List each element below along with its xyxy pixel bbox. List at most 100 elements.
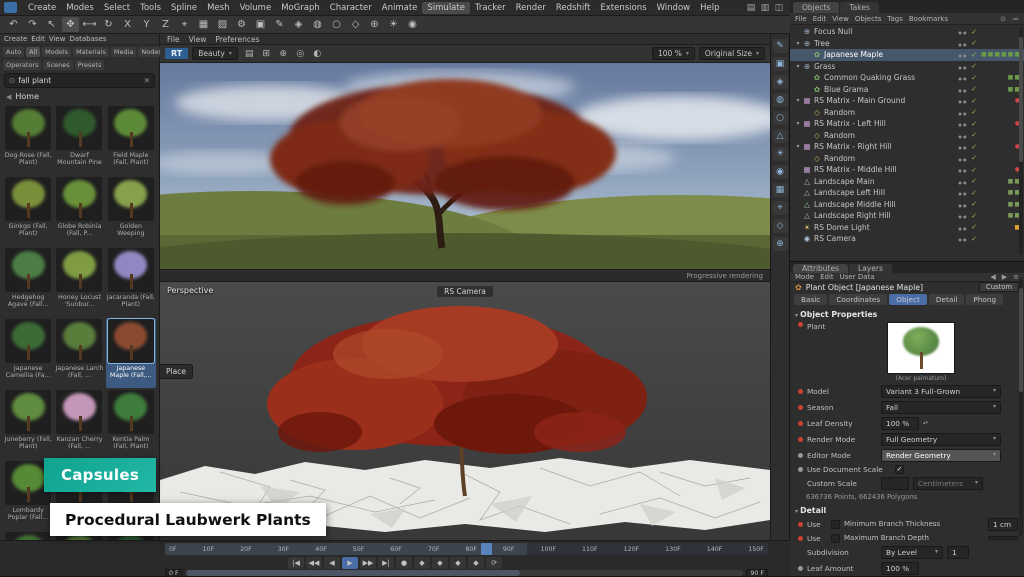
axis-x-lock-icon[interactable]: X bbox=[119, 17, 136, 32]
cloner-icon[interactable]: ◈ bbox=[773, 75, 788, 89]
enable-check-icon[interactable]: ✓ bbox=[969, 97, 979, 105]
section-object-properties[interactable]: Object Properties bbox=[790, 307, 1024, 320]
object-row[interactable]: ▾ ⊕ Tree ✓ bbox=[790, 38, 1024, 50]
attribute-tab-button[interactable]: Coordinates bbox=[829, 294, 887, 305]
asset-group-tab[interactable]: Operators bbox=[3, 60, 41, 70]
menubar-item[interactable]: Help bbox=[695, 2, 724, 14]
object-row[interactable]: ◉ RS Camera ✓ bbox=[790, 233, 1024, 245]
enable-check-icon[interactable]: ✓ bbox=[969, 85, 979, 93]
plant-asset-item[interactable]: Japanese Maple (Fall,... bbox=[106, 318, 156, 388]
back-icon[interactable]: ◀ bbox=[6, 93, 11, 101]
object-name[interactable]: RS Matrix - Left Hill bbox=[812, 119, 956, 128]
menubar-item[interactable]: Spline bbox=[166, 2, 202, 14]
object-row[interactable]: △ Landscape Main ✓ ■■ bbox=[790, 176, 1024, 188]
asset-menu-item[interactable]: View bbox=[49, 35, 66, 43]
menubar-item[interactable]: Mesh bbox=[202, 2, 234, 14]
deformer-icon[interactable]: ◇ bbox=[347, 17, 364, 32]
volume-builder-icon[interactable]: ○ bbox=[773, 111, 788, 125]
mograph-cloner-icon[interactable]: ◈ bbox=[290, 17, 307, 32]
menubar-item[interactable]: Animate bbox=[377, 2, 423, 14]
null-icon[interactable]: ⊕ bbox=[773, 237, 788, 251]
keyframe-dot-icon[interactable] bbox=[798, 421, 803, 426]
object-name[interactable]: RS Dome Light bbox=[812, 223, 956, 232]
object-row[interactable]: ◇ Random ✓ bbox=[790, 153, 1024, 165]
menubar-item[interactable]: Select bbox=[99, 2, 135, 14]
rotate-tool-icon[interactable]: ↻ bbox=[100, 17, 117, 32]
filter-icon[interactable]: ≔ bbox=[1012, 15, 1019, 23]
attribute-tab-button[interactable]: Object bbox=[889, 294, 927, 305]
previous-key-button[interactable]: ◀◀ bbox=[306, 557, 322, 569]
volume-icon[interactable]: ○ bbox=[328, 17, 345, 32]
field-icon[interactable]: ◍ bbox=[773, 93, 788, 107]
asset-filter-tab[interactable]: Auto bbox=[3, 47, 24, 57]
object-manager-tab[interactable]: Objects bbox=[793, 2, 839, 13]
plant-asset-item[interactable]: Jacaranda (Fall, Plant) bbox=[106, 247, 156, 317]
max-branch-depth-field[interactable] bbox=[988, 536, 1018, 540]
visibility-dots-icon[interactable] bbox=[956, 234, 969, 243]
light-icon[interactable]: ☀ bbox=[773, 147, 788, 161]
pen-tool-icon[interactable]: ✎ bbox=[773, 39, 788, 53]
render-to-picture-viewer-icon[interactable]: ▨ bbox=[214, 17, 231, 32]
camera-object-icon[interactable]: ◉ bbox=[404, 17, 421, 32]
visibility-dots-icon[interactable] bbox=[956, 142, 969, 151]
object-row[interactable]: ⊕ Focus Null ✓ bbox=[790, 26, 1024, 38]
asset-group-tab[interactable]: Scenes bbox=[43, 60, 72, 70]
visibility-dots-icon[interactable] bbox=[956, 50, 969, 59]
viewport-scene[interactable] bbox=[160, 282, 770, 540]
record-keyframe-button[interactable]: ● bbox=[396, 557, 412, 569]
enable-check-icon[interactable]: ✓ bbox=[969, 143, 979, 151]
visibility-dots-icon[interactable] bbox=[956, 73, 969, 82]
leaf-density-field[interactable]: 100 % bbox=[881, 417, 919, 430]
attribute-mode-menu-item[interactable]: Mode bbox=[795, 273, 814, 281]
live-selection-icon[interactable]: ↖ bbox=[43, 17, 60, 32]
object-manager-scrollbar[interactable] bbox=[1019, 28, 1023, 255]
expand-arrow-icon[interactable]: ▾ bbox=[794, 143, 802, 150]
use-document-scale-checkbox[interactable]: ✓ bbox=[895, 465, 904, 474]
material-tag-chips[interactable]: ● bbox=[979, 120, 1021, 127]
object-row[interactable]: ✿ Common Quaking Grass ✓ ■■ bbox=[790, 72, 1024, 84]
attribute-tab-button[interactable]: Detail bbox=[929, 294, 965, 305]
menubar-item[interactable]: MoGraph bbox=[276, 2, 325, 14]
object-manager-menu-item[interactable]: Edit bbox=[813, 15, 827, 23]
undo-icon[interactable]: ↶ bbox=[5, 17, 22, 32]
enable-check-icon[interactable]: ✓ bbox=[969, 166, 979, 174]
move-tool-icon[interactable]: ✥ bbox=[62, 17, 79, 32]
menubar-item[interactable]: Simulate bbox=[422, 2, 470, 14]
jump-to-start-button[interactable]: |◀ bbox=[288, 557, 304, 569]
object-name[interactable]: Random bbox=[822, 154, 956, 163]
model-select[interactable]: Variant 3 Full-Grown▾ bbox=[881, 385, 1001, 398]
object-name[interactable]: Japanese Maple bbox=[822, 50, 956, 59]
plant-asset-item[interactable]: Japanese Camellia (Fa... bbox=[3, 318, 53, 388]
material-tag-chips[interactable]: ● bbox=[979, 97, 1021, 104]
object-row[interactable]: ▾ ⊕ Grass ✓ bbox=[790, 61, 1024, 73]
expand-arrow-icon[interactable]: ▾ bbox=[794, 40, 802, 47]
expand-arrow-icon[interactable]: ▾ bbox=[794, 97, 802, 104]
attribute-manager-tab[interactable]: Attributes bbox=[793, 264, 848, 273]
visibility-dots-icon[interactable] bbox=[956, 96, 969, 105]
visibility-dots-icon[interactable] bbox=[956, 39, 969, 48]
enable-check-icon[interactable]: ✓ bbox=[969, 223, 979, 231]
cube-primitive-icon[interactable]: ▣ bbox=[773, 57, 788, 71]
stepper-icon[interactable]: ▴▾ bbox=[923, 420, 928, 426]
render-mode-select[interactable]: Full Geometry▾ bbox=[881, 433, 1001, 446]
object-row[interactable]: ▾ ▦ RS Matrix - Right Hill ✓ ● bbox=[790, 141, 1024, 153]
keyframe-dot-icon[interactable] bbox=[798, 322, 803, 327]
key-parameter-toggle[interactable]: ◆ bbox=[468, 557, 484, 569]
zoom-select[interactable]: 100 %▾ bbox=[652, 47, 695, 60]
enable-check-icon[interactable]: ✓ bbox=[969, 189, 979, 197]
menubar-item[interactable]: Redshift bbox=[551, 2, 596, 14]
aov-select[interactable]: Beauty▾ bbox=[192, 47, 238, 60]
leaf-amount-field[interactable]: 100 % bbox=[881, 562, 919, 575]
enable-check-icon[interactable]: ✓ bbox=[969, 177, 979, 185]
subdivision-mode-select[interactable]: By Level▾ bbox=[881, 546, 943, 559]
material-tag-chips[interactable]: ■■■■■■ bbox=[979, 51, 1021, 58]
coordinate-system-icon[interactable]: ⌖ bbox=[176, 17, 193, 32]
object-name[interactable]: Landscape Left Hill bbox=[812, 188, 956, 197]
plant-asset-item[interactable]: Honey Locust 'Sunbur... bbox=[54, 247, 104, 317]
spline-pen-icon[interactable]: ✎ bbox=[271, 17, 288, 32]
keyframe-dot-icon[interactable] bbox=[798, 437, 803, 442]
section-detail[interactable]: Detail bbox=[790, 503, 1024, 516]
max-branch-depth-checkbox[interactable] bbox=[831, 534, 840, 543]
visibility-dots-icon[interactable] bbox=[956, 211, 969, 220]
enable-check-icon[interactable]: ✓ bbox=[969, 200, 979, 208]
